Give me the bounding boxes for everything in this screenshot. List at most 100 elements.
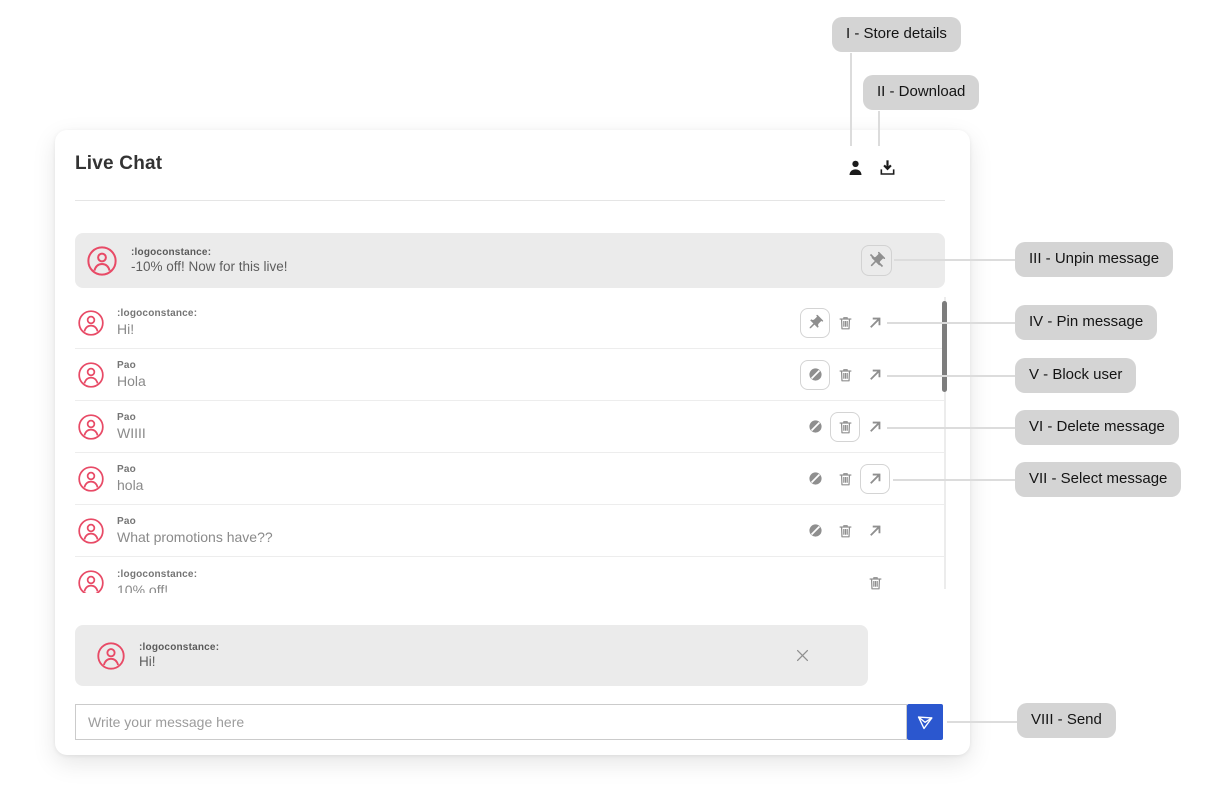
avatar-icon <box>78 466 104 492</box>
callout-connector-iii <box>894 259 1015 261</box>
message-actions <box>800 516 890 546</box>
message-actions <box>800 412 890 442</box>
person-icon <box>846 158 865 178</box>
callout-label-v: V - Block user <box>1015 358 1136 393</box>
paper-plane-icon <box>914 711 936 733</box>
message-row: :logoconstance: Hi! <box>75 297 945 349</box>
delete-message-button[interactable] <box>830 360 860 390</box>
arrow-icon <box>867 314 884 331</box>
message-actions <box>800 464 890 494</box>
select-message-button[interactable] <box>860 516 890 546</box>
download-icon <box>877 158 898 178</box>
delete-message-button[interactable] <box>830 516 860 546</box>
pinned-message: :logoconstance: -10% off! Now for this l… <box>75 233 945 288</box>
callout-connector-i <box>850 53 852 146</box>
message-author: :logoconstance: <box>117 569 197 580</box>
reply-preview: :logoconstance: Hi! <box>75 625 868 686</box>
block-user-button[interactable] <box>800 412 830 442</box>
header-actions <box>843 156 899 180</box>
close-icon <box>793 646 812 665</box>
avatar-icon <box>97 642 125 670</box>
callout-connector-vi <box>887 427 1015 429</box>
message-list: :logoconstance: Hi! Pao Hola Pao WIIII P… <box>75 297 945 593</box>
pinned-message-body: -10% off! Now for this live! <box>131 259 288 274</box>
block-icon <box>807 366 824 383</box>
composer <box>75 704 943 740</box>
callout-connector-ii <box>878 111 880 146</box>
pin-message-button[interactable] <box>800 308 830 338</box>
block-user-button[interactable] <box>800 516 830 546</box>
block-icon <box>807 470 824 487</box>
arrow-icon <box>867 366 884 383</box>
pinned-message-text: :logoconstance: -10% off! Now for this l… <box>131 247 288 274</box>
callout-label-iv: IV - Pin message <box>1015 305 1157 340</box>
reply-preview-text: :logoconstance: Hi! <box>139 642 219 669</box>
scrollbar-thumb[interactable] <box>942 301 947 392</box>
message-input[interactable] <box>75 704 907 740</box>
message-author: :logoconstance: <box>117 308 197 319</box>
callout-label-i: I - Store details <box>832 17 961 52</box>
download-button[interactable] <box>875 156 899 180</box>
arrow-icon <box>867 522 884 539</box>
avatar-icon <box>78 414 104 440</box>
message-author: Pao <box>117 516 273 527</box>
callout-label-vii: VII - Select message <box>1015 462 1181 497</box>
trash-icon <box>837 522 854 540</box>
trash-icon <box>837 470 854 488</box>
delete-message-button[interactable] <box>830 412 860 442</box>
callout-label-viii: VIII - Send <box>1017 703 1116 738</box>
message-author: Pao <box>117 464 143 475</box>
callout-label-iii: III - Unpin message <box>1015 242 1173 277</box>
message-row: :logoconstance: 10% off! <box>75 557 945 593</box>
block-user-button[interactable] <box>800 360 830 390</box>
trash-icon <box>837 314 854 332</box>
pin-icon <box>806 314 824 332</box>
delete-message-button[interactable] <box>860 568 890 593</box>
message-text: Hi! <box>117 321 197 337</box>
message-text: 10% off! <box>117 582 197 594</box>
live-chat-panel: Live Chat :logoconstance: -10% off! Now … <box>55 130 970 755</box>
message-text: What promotions have?? <box>117 529 273 545</box>
callout-connector-viii <box>947 721 1017 723</box>
arrow-icon <box>867 418 884 435</box>
message-text: WIIII <box>117 425 146 441</box>
callout-connector-vii <box>893 479 1015 481</box>
reply-preview-author: :logoconstance: <box>139 642 219 653</box>
select-message-button[interactable] <box>860 464 890 494</box>
callout-label-ii: II - Download <box>863 75 979 110</box>
message-row: Pao Hola <box>75 349 945 401</box>
header-divider <box>75 200 945 201</box>
message-text: hola <box>117 477 143 493</box>
select-message-button[interactable] <box>860 412 890 442</box>
message-text: Hola <box>117 373 146 389</box>
unpin-message-button[interactable] <box>861 245 892 276</box>
trash-icon <box>837 418 854 436</box>
message-actions <box>800 308 890 338</box>
delete-message-button[interactable] <box>830 464 860 494</box>
close-reply-button[interactable] <box>791 645 813 667</box>
store-details-button[interactable] <box>843 156 867 180</box>
message-actions <box>800 360 890 390</box>
avatar-icon <box>78 570 104 593</box>
message-row: Pao hola <box>75 453 945 505</box>
send-button[interactable] <box>907 704 943 740</box>
page-title: Live Chat <box>75 153 162 175</box>
trash-icon <box>837 366 854 384</box>
message-row: Pao What promotions have?? <box>75 505 945 557</box>
message-author: Pao <box>117 412 146 423</box>
avatar-icon <box>78 310 104 336</box>
arrow-icon <box>867 470 884 487</box>
avatar-icon <box>87 246 117 276</box>
delete-message-button[interactable] <box>830 308 860 338</box>
block-user-button[interactable] <box>800 464 830 494</box>
callout-connector-v <box>887 375 1015 377</box>
block-icon <box>807 418 824 435</box>
select-message-button[interactable] <box>860 360 890 390</box>
pin-slash-icon <box>867 251 886 270</box>
select-message-button[interactable] <box>860 308 890 338</box>
avatar-icon <box>78 362 104 388</box>
block-icon <box>807 522 824 539</box>
message-row: Pao WIIII <box>75 401 945 453</box>
reply-preview-body: Hi! <box>139 654 219 669</box>
message-author: Pao <box>117 360 146 371</box>
